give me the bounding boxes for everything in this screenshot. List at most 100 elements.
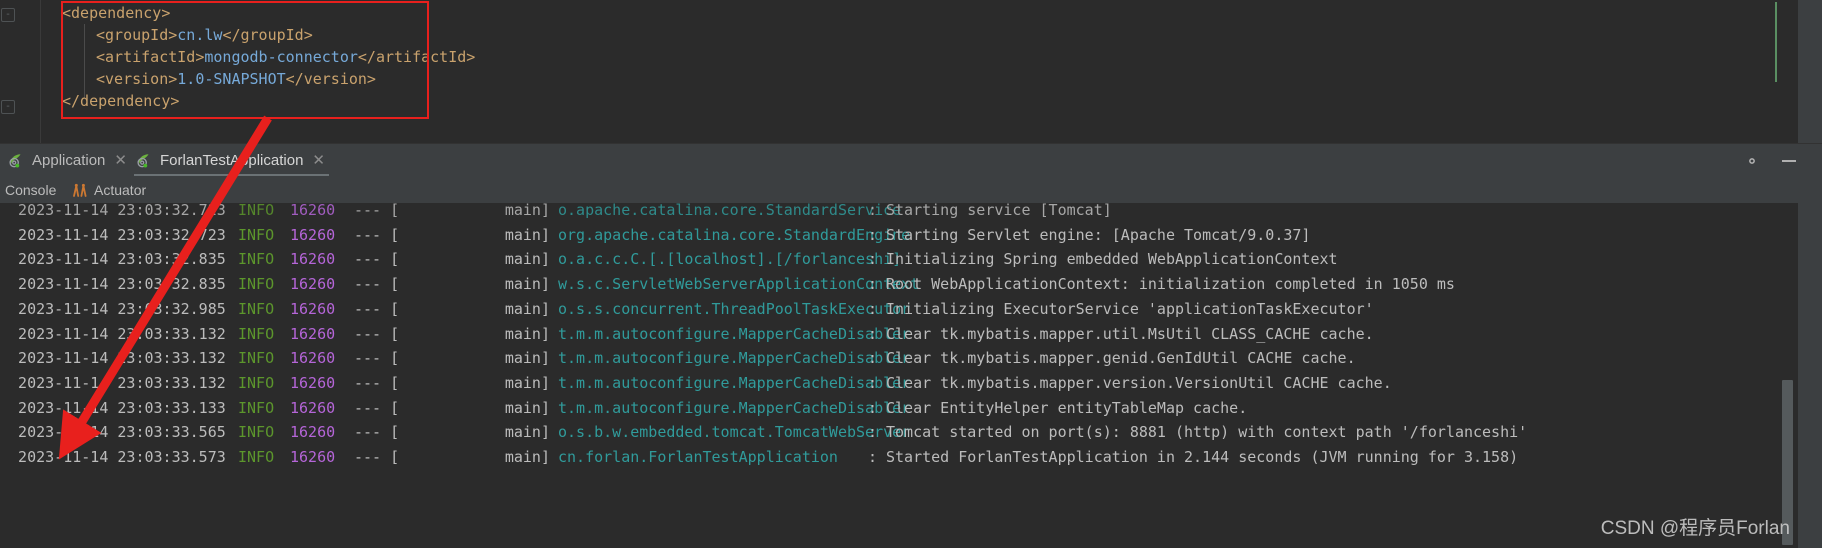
log-thread: main] <box>504 275 550 294</box>
console-output[interactable]: 2023-11-14 23:03:32.723 INFO 16260 --- [ mai… <box>0 203 1798 548</box>
editor-scrollbar-track[interactable] <box>1784 0 1798 143</box>
log-logger: org.apache.catalina.core.StandardEngine <box>558 225 911 244</box>
close-icon[interactable]: ✕ <box>312 153 325 168</box>
minimize-icon[interactable] <box>1782 159 1796 162</box>
code-fold-icon[interactable]: - <box>1 8 15 22</box>
log-logger: t.m.m.autoconfigure.MapperCacheDisabler <box>558 398 911 417</box>
log-colon: : <box>868 349 887 368</box>
log-row[interactable]: 2023-11-14 23:03:32.723 INFO 16260 --- [mai… <box>0 203 1780 223</box>
log-pid: 16260 <box>290 275 336 294</box>
log-colon: : <box>868 423 887 442</box>
log-colon: : <box>868 225 887 244</box>
log-logger: t.m.m.autoconfigure.MapperCacheDisabler <box>558 324 911 343</box>
run-tab-application[interactable]: Application ✕ <box>0 144 137 177</box>
log-message: Starting service [Tomcat] <box>886 203 1112 219</box>
log-separator: --- [ <box>354 324 400 343</box>
log-row[interactable]: 2023-11-14 23:03:32.723 INFO 16260 --- [mai… <box>0 223 1780 248</box>
log-pid: 16260 <box>290 423 336 442</box>
run-tab-label: Application <box>32 152 106 169</box>
subtab-actuator[interactable]: Actuator <box>72 176 146 203</box>
log-pid: 16260 <box>290 225 336 244</box>
log-level: INFO <box>238 250 275 269</box>
log-pid: 16260 <box>290 203 336 219</box>
log-row[interactable]: 2023-11-14 23:03:33.132 INFO 16260 --- [mai… <box>0 371 1780 396</box>
log-logger: t.m.m.autoconfigure.MapperCacheDisabler <box>558 373 911 392</box>
log-message: Clear tk.mybatis.mapper.version.VersionU… <box>886 373 1392 392</box>
vcs-change-marker[interactable] <box>1775 2 1777 82</box>
log-thread: main] <box>504 324 550 343</box>
close-icon[interactable]: ✕ <box>114 153 127 168</box>
log-timestamp: 2023-11-14 23:03:32.985 <box>0 299 226 318</box>
log-timestamp: 2023-11-14 23:03:33.573 <box>0 448 226 466</box>
log-logger: o.s.s.concurrent.ThreadPoolTaskExecutor <box>558 299 911 318</box>
log-timestamp: 2023-11-14 23:03:32.835 <box>0 250 226 269</box>
log-thread: main] <box>504 349 550 368</box>
run-toolwindow-tabbar[interactable]: Application ✕ ForlanTestApplication ✕ <box>0 143 1822 320</box>
log-logger: cn.forlan.ForlanTestApplication <box>558 448 838 466</box>
editor-pane[interactable]: - - <dependency> <groupId>cn.lw</groupId>… <box>0 0 1822 143</box>
log-level: INFO <box>238 423 275 442</box>
log-separator: --- [ <box>354 373 400 392</box>
log-separator: --- [ <box>354 448 400 466</box>
log-separator: --- [ <box>354 250 400 269</box>
subtab-console[interactable]: Console <box>5 176 56 203</box>
editor-right-gutter <box>1798 0 1822 143</box>
log-message: Clear tk.mybatis.mapper.util.MsUtil CLAS… <box>886 324 1374 343</box>
subtab-label: Console <box>5 181 57 198</box>
log-timestamp: 2023-11-14 23:03:33.132 <box>0 349 226 368</box>
log-message: Clear EntityHelper entityTableMap cache. <box>886 398 1248 417</box>
code-fold-icon[interactable]: - <box>1 100 15 114</box>
log-thread: main] <box>504 448 550 466</box>
log-row[interactable]: 2023-11-14 23:03:32.835 INFO 16260 --- [mai… <box>0 272 1780 297</box>
log-message: Starting Servlet engine: [Apache Tomcat/… <box>886 225 1311 244</box>
editor-gutter[interactable]: - - <box>0 0 58 143</box>
log-thread: main] <box>504 398 550 417</box>
log-message: Started ForlanTestApplication in 2.144 s… <box>886 448 1519 466</box>
log-logger: o.s.b.w.embedded.tomcat.TomcatWebServer <box>558 423 911 442</box>
log-row[interactable]: 2023-11-14 23:03:32.835 INFO 16260 --- [mai… <box>0 247 1780 272</box>
log-row[interactable]: 2023-11-14 23:03:33.132 INFO 16260 --- [mai… <box>0 346 1780 371</box>
log-row[interactable]: 2023-11-14 23:03:33.132 INFO 16260 --- [mai… <box>0 322 1780 347</box>
log-timestamp: 2023-11-14 23:03:32.723 <box>0 203 226 219</box>
log-colon: : <box>868 203 887 219</box>
log-colon: : <box>868 275 887 294</box>
log-row[interactable]: 2023-11-14 23:03:33.573 INFO 16260 --- [mai… <box>0 445 1780 470</box>
log-separator: --- [ <box>354 203 400 219</box>
log-level: INFO <box>238 225 275 244</box>
log-thread: main] <box>504 203 550 219</box>
log-message: Initializing Spring embedded WebApplicat… <box>886 250 1338 269</box>
run-toolwindow-actions <box>1744 144 1796 177</box>
xml-snippet-highlight-box <box>61 1 429 119</box>
log-logger: o.a.c.c.C.[.[localhost].[/forlanceshi] <box>558 250 902 269</box>
gutter-divider <box>40 0 41 143</box>
log-colon: : <box>868 299 887 318</box>
log-level: INFO <box>238 324 275 343</box>
gear-icon[interactable] <box>1744 153 1760 169</box>
log-level: INFO <box>238 299 275 318</box>
console-subtab-bar[interactable]: Console Actuator <box>0 176 1822 203</box>
log-pid: 16260 <box>290 250 336 269</box>
log-level: INFO <box>238 275 275 294</box>
log-colon: : <box>868 448 887 466</box>
watermark: CSDN @程序员Forlan <box>1600 518 1790 539</box>
log-timestamp: 2023-11-14 23:03:32.723 <box>0 225 226 244</box>
run-tab-forlantestapplication[interactable]: ForlanTestApplication ✕ <box>128 144 335 177</box>
log-row[interactable]: 2023-11-14 23:03:33.133 INFO 16260 --- [mai… <box>0 396 1780 421</box>
log-message: Root WebApplicationContext: initializati… <box>886 275 1455 294</box>
log-separator: --- [ <box>354 275 400 294</box>
log-row[interactable]: 2023-11-14 23:03:33.565 INFO 16260 --- [mai… <box>0 420 1780 445</box>
log-logger: t.m.m.autoconfigure.MapperCacheDisabler <box>558 349 911 368</box>
log-message: Initializing ExecutorService 'applicatio… <box>886 299 1374 318</box>
log-pid: 16260 <box>290 398 336 417</box>
log-timestamp: 2023-11-14 23:03:33.132 <box>0 373 226 392</box>
log-level: INFO <box>238 448 275 466</box>
log-pid: 16260 <box>290 324 336 343</box>
log-row[interactable]: 2023-11-14 23:03:32.985 INFO 16260 --- [mai… <box>0 297 1780 322</box>
log-colon: : <box>868 398 887 417</box>
actuator-icon <box>72 183 88 197</box>
log-timestamp: 2023-11-14 23:03:33.133 <box>0 398 226 417</box>
spring-boot-icon <box>136 152 153 169</box>
ide-screenshot: - - <dependency> <groupId>cn.lw</groupId>… <box>0 0 1822 548</box>
log-thread: main] <box>504 225 550 244</box>
log-timestamp: 2023-11-14 23:03:33.565 <box>0 423 226 442</box>
